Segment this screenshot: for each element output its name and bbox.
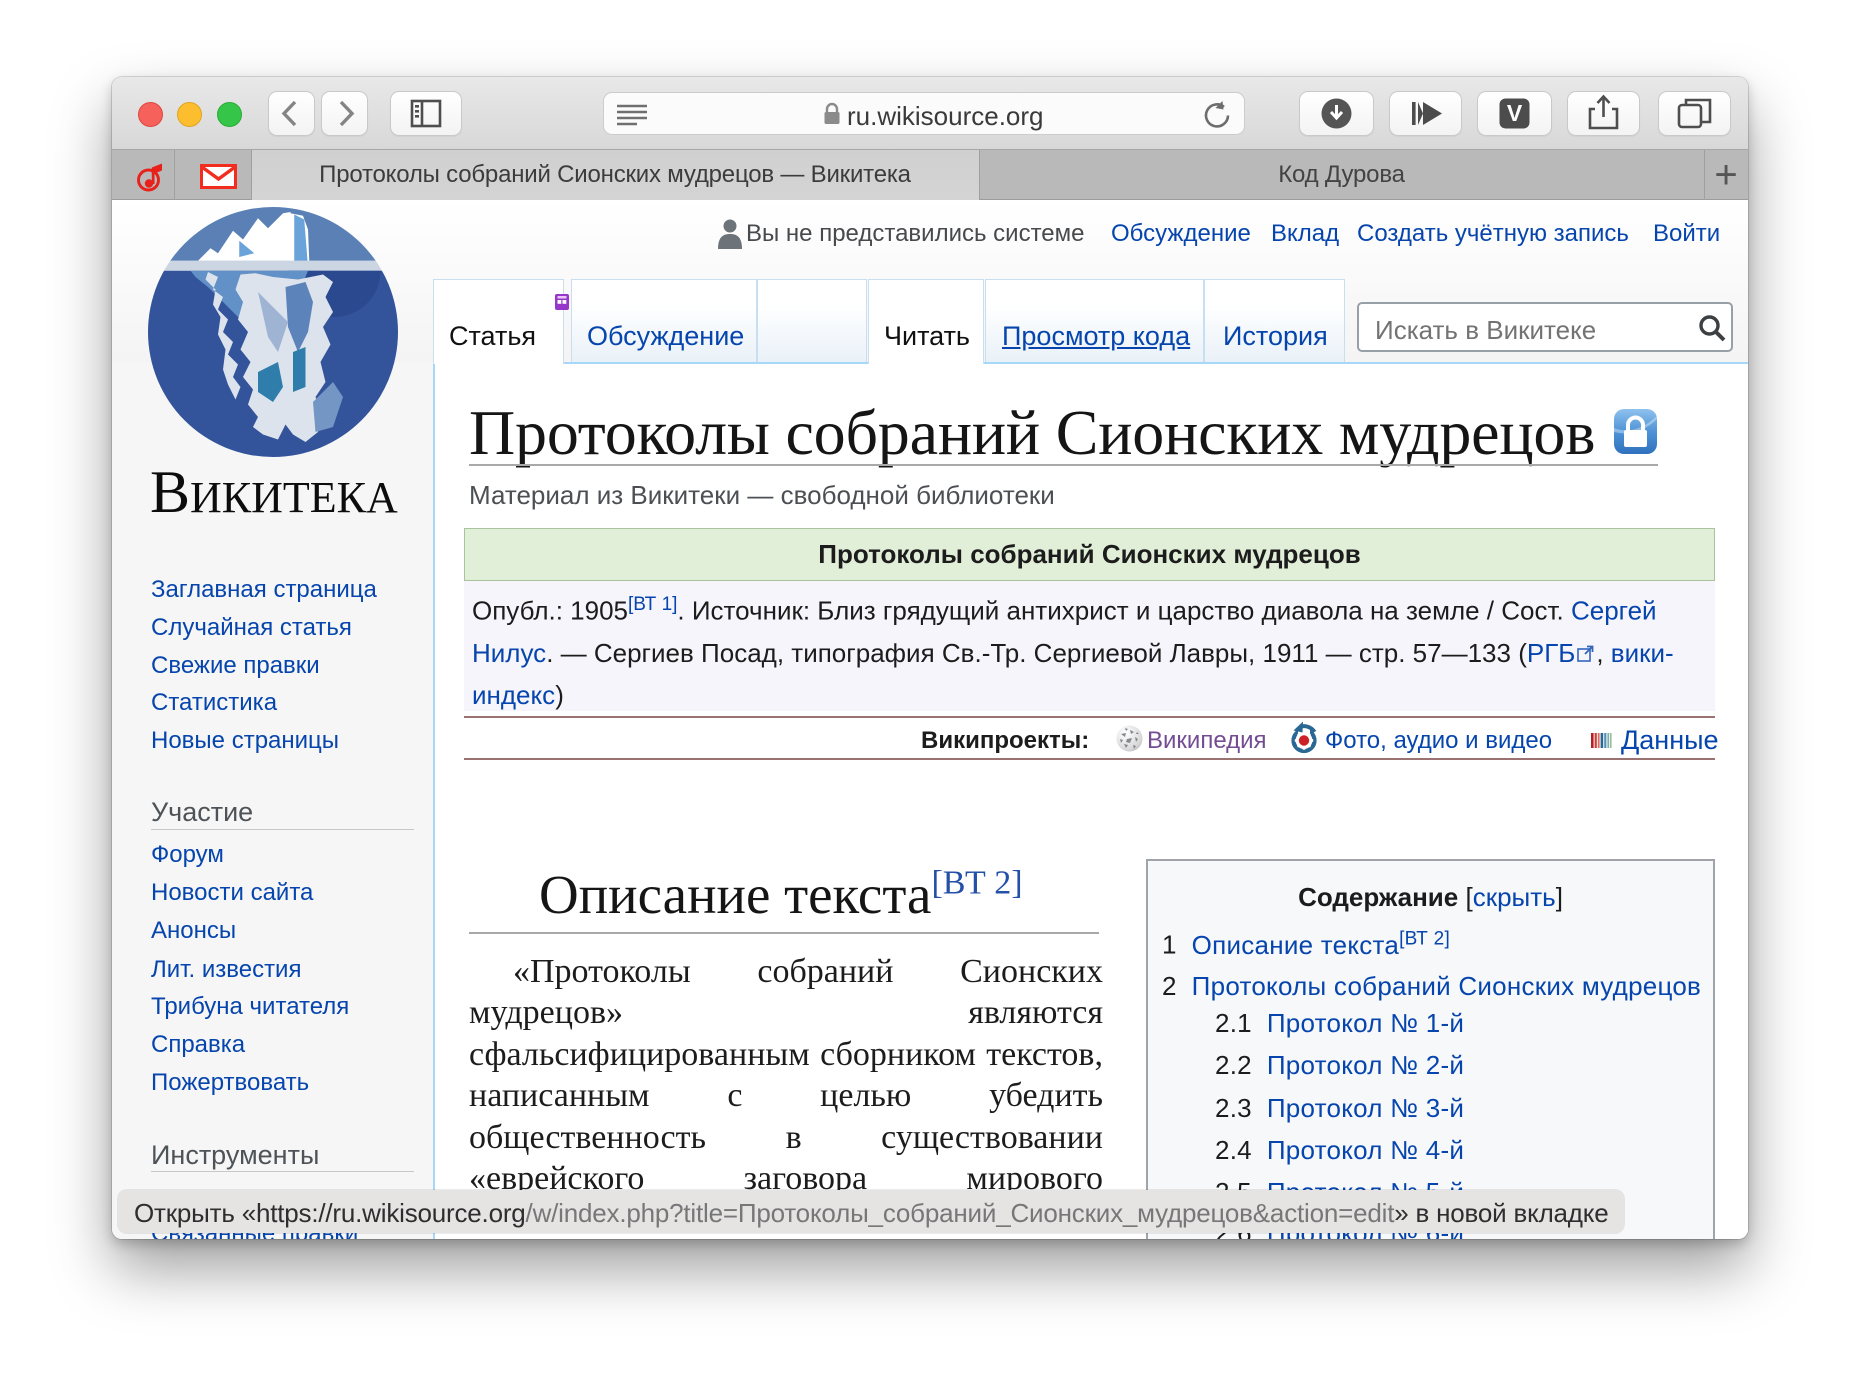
svg-text:V: V bbox=[1507, 100, 1523, 126]
